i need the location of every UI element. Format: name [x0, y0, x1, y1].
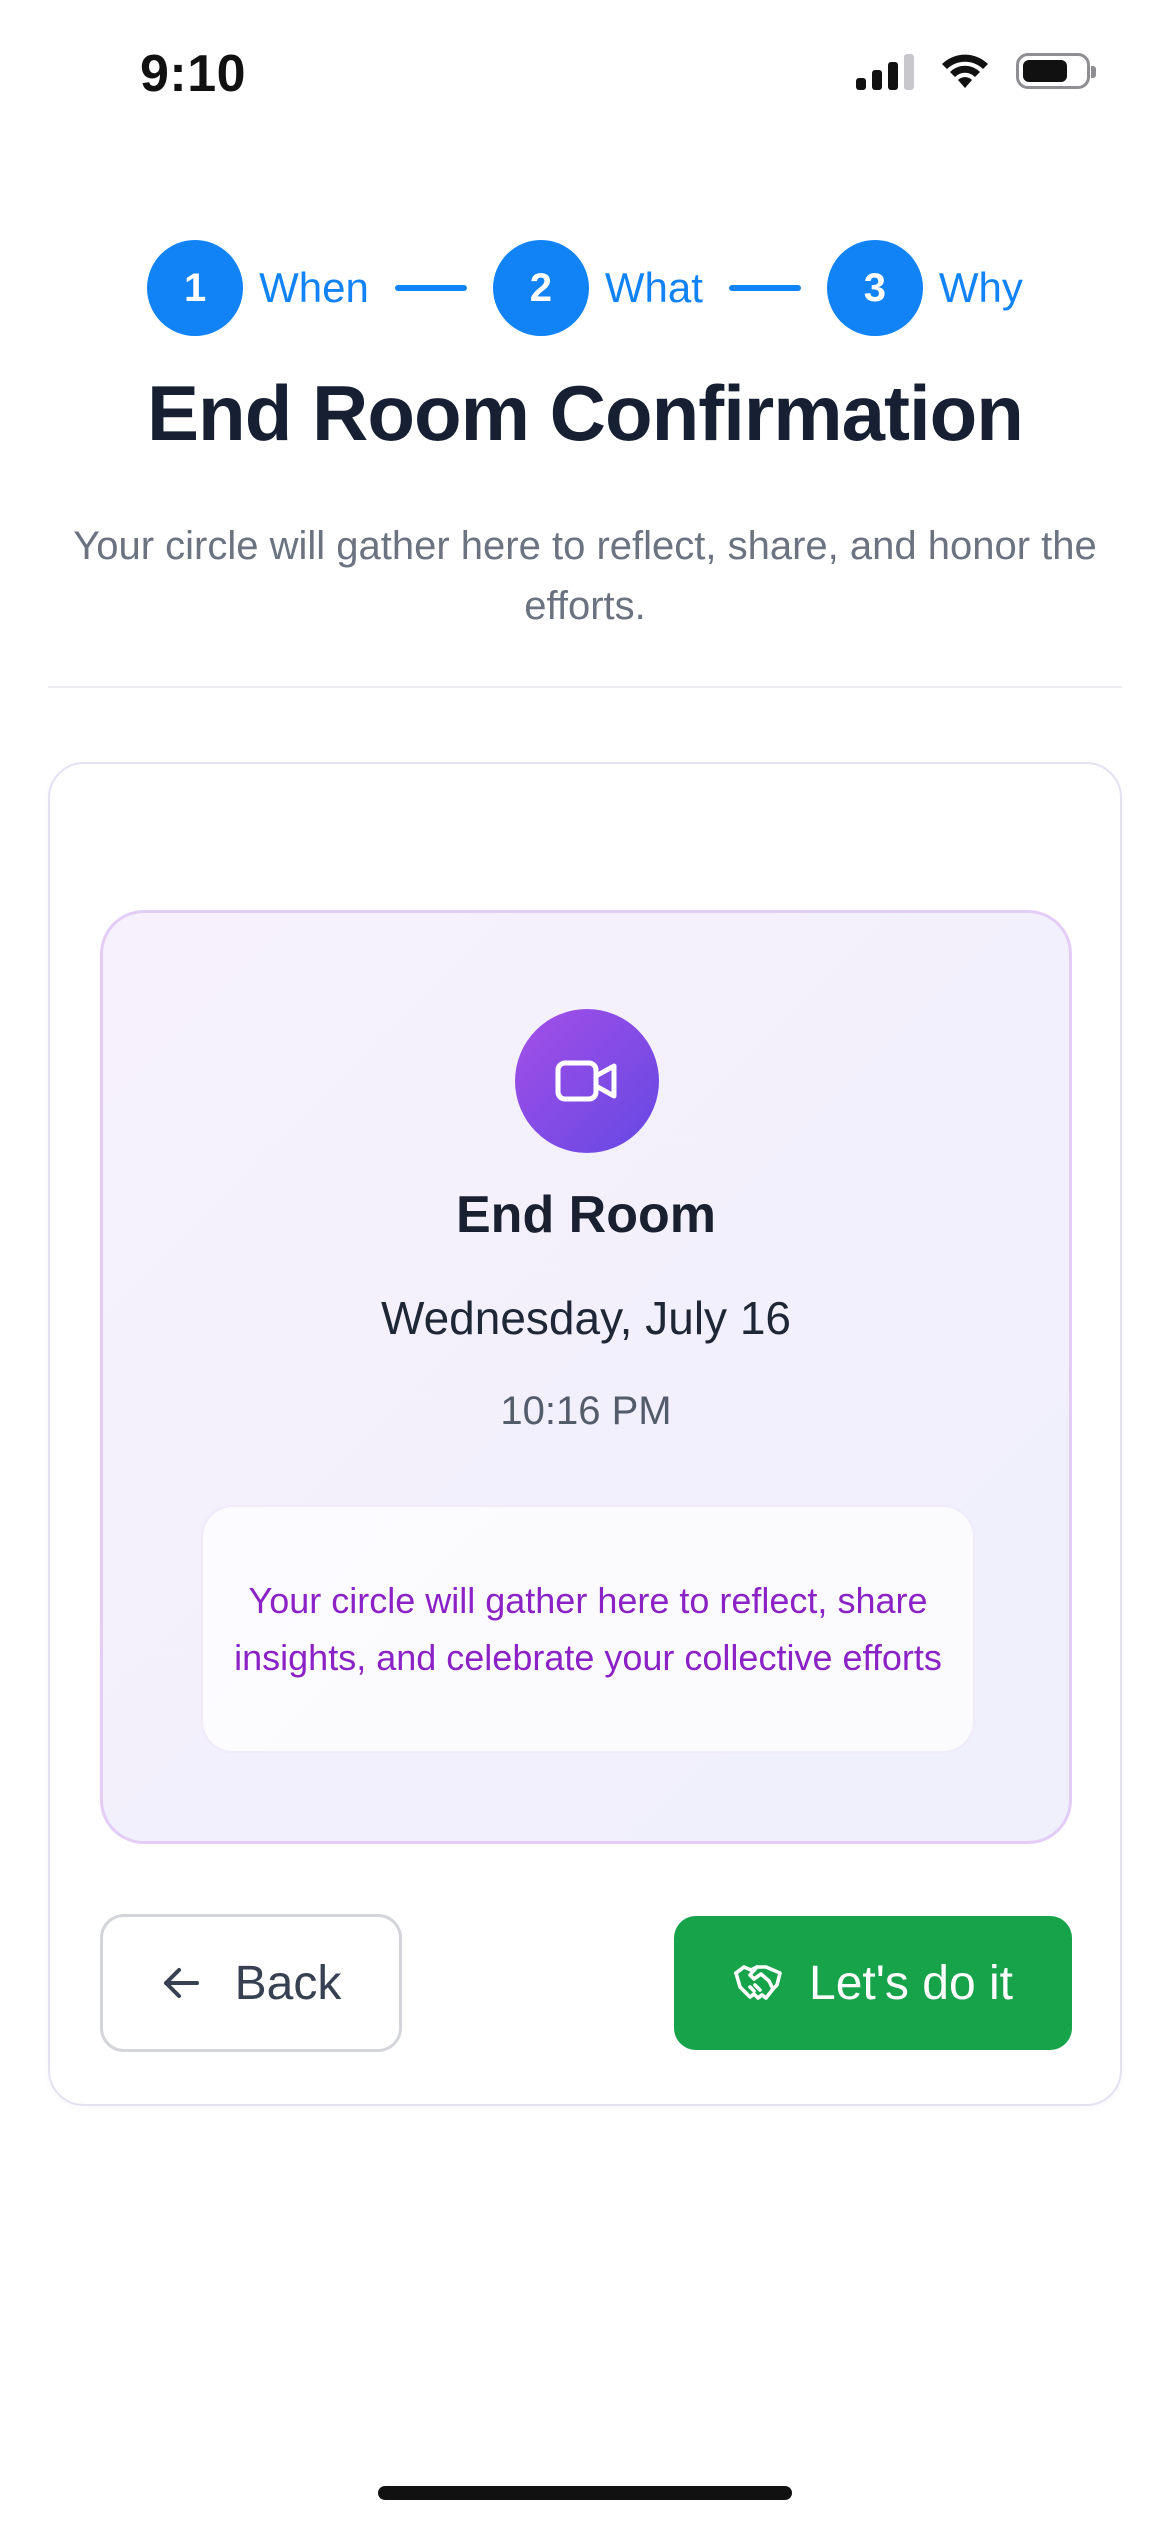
wifi-icon	[942, 54, 988, 88]
step-number: 2	[492, 240, 589, 336]
end-room-panel: End Room Wednesday, July 16 10:16 PM You…	[100, 910, 1072, 1844]
video-camera-icon	[515, 1009, 659, 1153]
status-bar: 9:10	[0, 0, 1170, 150]
back-label: Back	[234, 1956, 342, 2010]
step-number: 3	[826, 240, 923, 336]
page-subtitle: Your circle will gather here to reflect,…	[73, 524, 1097, 628]
room-title: End Room	[456, 1186, 716, 1244]
step-label: What	[604, 264, 703, 311]
step-what[interactable]: 2 What	[492, 240, 703, 336]
lets-do-it-button[interactable]: Let's do it	[674, 1916, 1072, 2050]
home-indicator[interactable]	[378, 2486, 792, 2500]
room-time: 10:16 PM	[500, 1389, 672, 1433]
step-when[interactable]: 1 When	[147, 240, 369, 336]
confirmation-card: End Room Wednesday, July 16 10:16 PM You…	[48, 762, 1122, 2106]
page-title: End Room Confirmation	[147, 369, 1024, 457]
handshake-icon	[734, 1965, 782, 2000]
step-number: 1	[147, 240, 244, 336]
arrow-left-icon	[163, 1968, 199, 1998]
divider	[48, 686, 1122, 688]
step-label: Why	[938, 264, 1023, 311]
lets-do-it-label: Let's do it	[809, 1956, 1013, 2010]
progress-stepper: 1 When 2 What 3 Why	[0, 240, 1170, 336]
status-time: 9:10	[140, 45, 247, 103]
step-label: When	[259, 264, 369, 311]
step-why[interactable]: 3 Why	[826, 240, 1023, 336]
status-icons	[856, 52, 1096, 90]
battery-icon	[1016, 53, 1096, 89]
step-connector	[728, 285, 801, 291]
room-note: Your circle will gather here to reflect,…	[201, 1505, 975, 1753]
back-button[interactable]: Back	[100, 1914, 402, 2052]
room-date: Wednesday, July 16	[381, 1292, 791, 1344]
cellular-signal-icon	[856, 52, 914, 90]
step-connector	[394, 285, 467, 291]
